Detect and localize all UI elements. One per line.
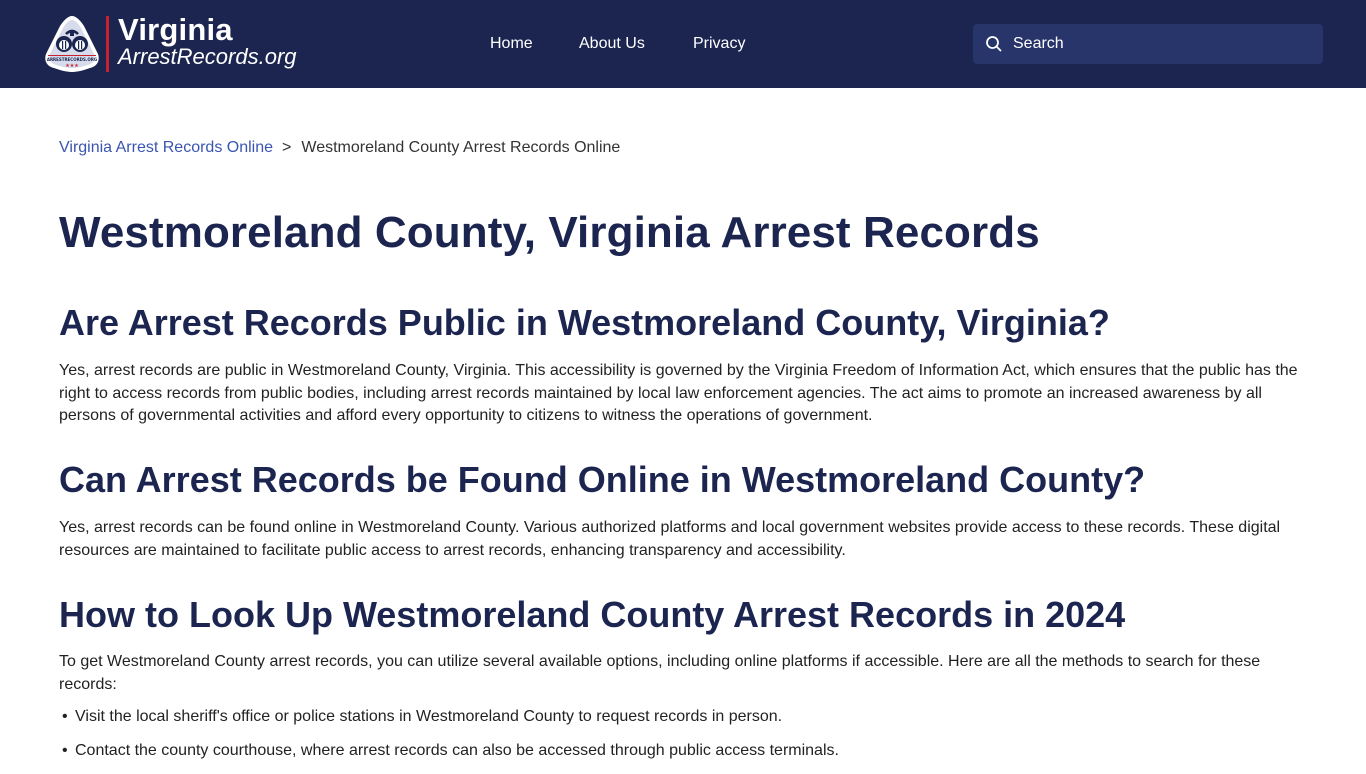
search-icon[interactable] — [985, 35, 1003, 53]
bullet-icon: • — [62, 708, 68, 725]
svg-text:ARRESTRECORDS.ORG: ARRESTRECORDS.ORG — [47, 57, 97, 62]
logo-divider — [106, 16, 109, 72]
bullet-icon: • — [62, 742, 68, 759]
nav-privacy[interactable]: Privacy — [693, 33, 745, 55]
list-item: • Contact the county courthouse, where ar… — [62, 740, 1305, 762]
badge-icon: ARRESTRECORDS.ORG ★★★ — [45, 16, 99, 72]
lookup-methods-list: • Visit the local sheriff's office or pol… — [62, 706, 1305, 774]
svg-text:★★★: ★★★ — [65, 63, 79, 69]
section-heading-public: Are Arrest Records Public in Westmorelan… — [59, 302, 1110, 343]
list-item-text: Contact the county courthouse, where arr… — [75, 742, 839, 759]
logo-subtitle: ArrestRecords.org — [118, 44, 297, 69]
site-logo[interactable]: ARRESTRECORDS.ORG ★★★ Virginia ArrestRec… — [42, 14, 302, 74]
nav-home[interactable]: Home — [490, 33, 533, 55]
breadcrumb-current: Westmoreland County Arrest Records Onlin… — [301, 139, 621, 156]
logo-title: Virginia — [118, 12, 233, 47]
section-heading-lookup: How to Look Up Westmoreland County Arres… — [59, 594, 1126, 635]
section-text-public: Yes, arrest records are public in Westmo… — [59, 362, 1298, 424]
page-title: Westmoreland County, Virginia Arrest Rec… — [59, 208, 1040, 257]
search-input[interactable] — [1013, 24, 1313, 64]
section-text-lookup: To get Westmoreland County arrest record… — [59, 653, 1261, 693]
section-text-online: Yes, arrest records can be found online … — [59, 519, 1281, 559]
breadcrumb-separator: > — [282, 139, 292, 156]
list-item-text: Visit the local sheriff's office or poli… — [75, 708, 783, 725]
site-header: ARRESTRECORDS.ORG ★★★ Virginia ArrestRec… — [0, 0, 1366, 88]
breadcrumb: Virginia Arrest Records Online > Westmorel… — [59, 138, 620, 158]
breadcrumb-parent-link[interactable]: Virginia Arrest Records Online — [59, 139, 273, 156]
search-box[interactable] — [973, 24, 1323, 64]
nav-about-us[interactable]: About Us — [579, 33, 645, 55]
list-item: • Visit the local sheriff's office or pol… — [62, 706, 1305, 728]
section-heading-online: Can Arrest Records be Found Online in We… — [59, 459, 1146, 500]
